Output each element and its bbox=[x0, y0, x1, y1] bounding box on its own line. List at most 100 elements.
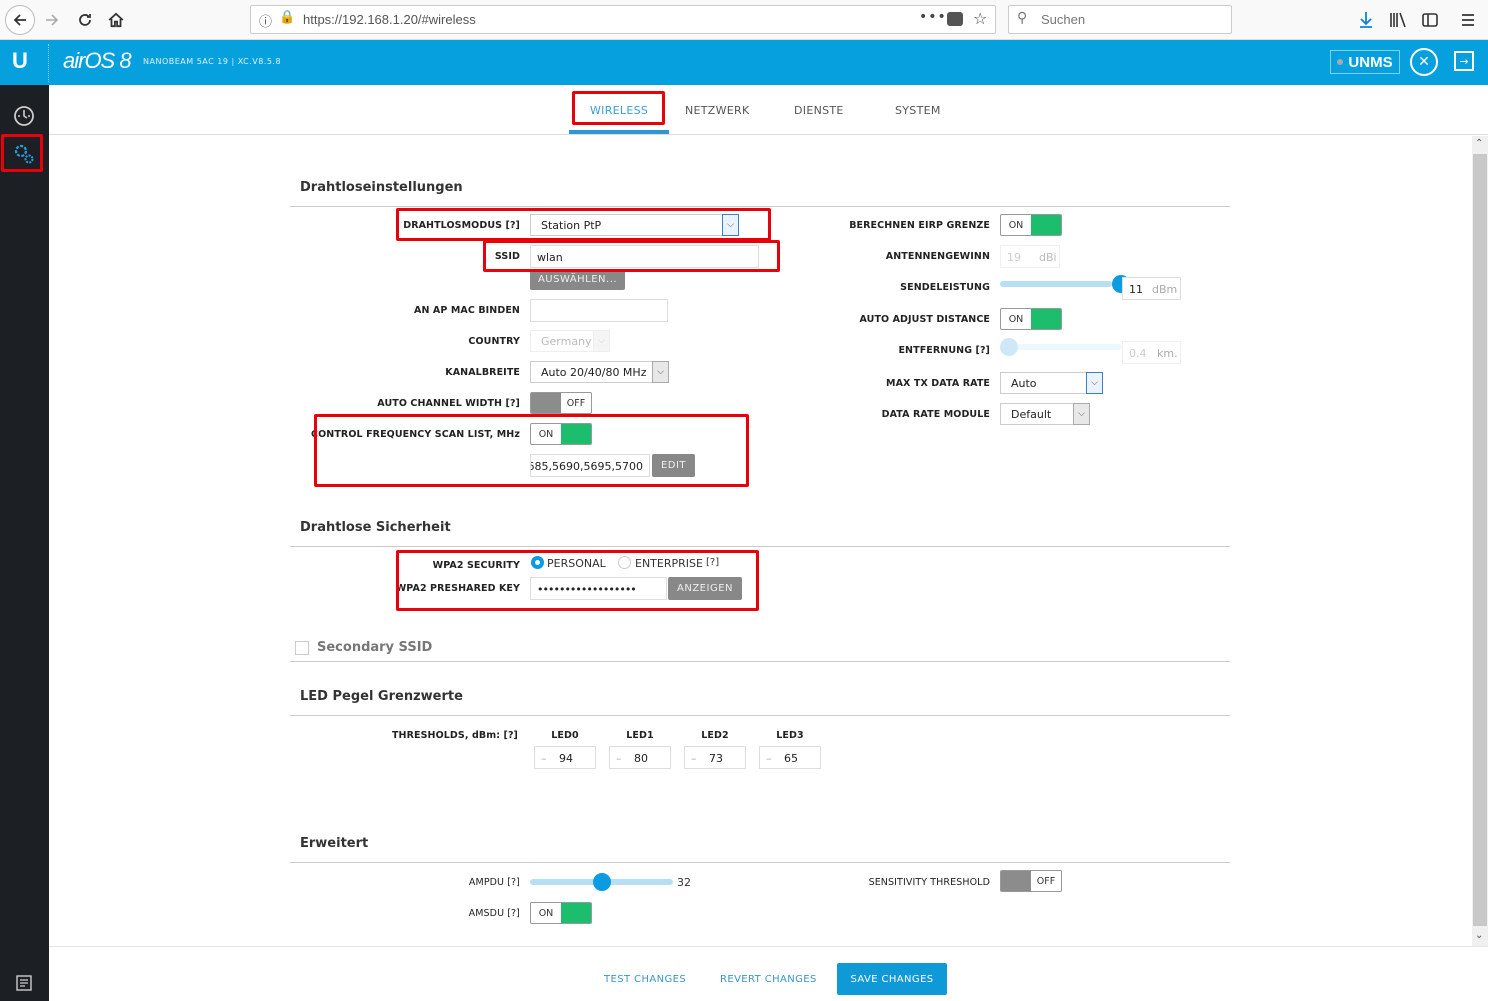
save-changes-button[interactable]: SAVE CHANGES bbox=[837, 963, 947, 995]
toggle-knob bbox=[1001, 871, 1031, 891]
search-placeholder: Suchen bbox=[1041, 12, 1086, 27]
bookmark-star-icon[interactable]: ☆ bbox=[973, 9, 987, 28]
scrollbar[interactable]: ⌃ ⌄ bbox=[1472, 136, 1488, 946]
led-threshold-input[interactable]: – 80 bbox=[609, 746, 671, 769]
tx-power-slider[interactable] bbox=[1000, 281, 1112, 287]
back-button[interactable] bbox=[5, 5, 35, 35]
search-icon: ⚲ bbox=[1017, 10, 1028, 26]
led-threshold-input[interactable]: – 73 bbox=[684, 746, 746, 769]
max-tx-rate-select[interactable]: Auto ⌵ bbox=[1000, 372, 1103, 394]
select-ssid-button[interactable]: AUSWÄHLEN... bbox=[530, 269, 625, 290]
show-psk-button[interactable]: ANZEIGEN bbox=[668, 577, 742, 600]
mode-select[interactable]: Station PtP ⌵ bbox=[530, 214, 739, 236]
psk-label: WPA2 PRESHARED KEY bbox=[395, 583, 520, 594]
data-rate-module-select[interactable]: Default ⌵ bbox=[1000, 403, 1090, 425]
sidebar-item-dashboard[interactable] bbox=[12, 104, 36, 128]
sidebar-item-log[interactable] bbox=[12, 971, 36, 995]
tab-wireless[interactable]: WIRELESS bbox=[590, 104, 648, 117]
sidebar-item-settings[interactable] bbox=[12, 142, 36, 166]
sensitivity-toggle[interactable]: OFF bbox=[1000, 870, 1062, 892]
toggle-knob bbox=[561, 903, 591, 923]
led-value: 65 bbox=[784, 752, 798, 765]
scan-list-toggle[interactable]: ON bbox=[530, 423, 592, 445]
section-title-security: Drahtlose Sicherheit bbox=[300, 520, 451, 535]
ubiquiti-logo[interactable]: U bbox=[12, 48, 28, 74]
section-title-led: LED Pegel Grenzwerte bbox=[300, 689, 463, 704]
radio-personal[interactable] bbox=[531, 556, 544, 569]
revert-changes-button[interactable]: REVERT CHANGES bbox=[720, 974, 817, 985]
toggle-knob bbox=[561, 424, 591, 444]
ampdu-slider-thumb[interactable] bbox=[592, 873, 611, 891]
library-button[interactable] bbox=[1386, 8, 1410, 32]
auto-distance-toggle[interactable]: ON bbox=[1000, 308, 1062, 330]
eirp-toggle[interactable]: ON bbox=[1000, 214, 1062, 236]
unms-status-dot bbox=[1337, 59, 1344, 65]
menu-button[interactable] bbox=[1456, 8, 1480, 32]
url-text[interactable]: https://192.168.1.20/#wireless bbox=[303, 12, 476, 27]
thresholds-label: THRESHOLDS, dBm: [?] bbox=[391, 730, 518, 741]
ap-mac-input[interactable] bbox=[530, 299, 668, 322]
auto-distance-label: AUTO ADJUST DISTANCE bbox=[859, 314, 990, 325]
url-bar[interactable]: ⓘ 🔒 https://192.168.1.20/#wireless ••• ☆ bbox=[250, 5, 996, 34]
tools-button[interactable]: ✕ bbox=[1410, 48, 1438, 76]
auto-channel-width-toggle[interactable]: OFF bbox=[530, 392, 592, 414]
secondary-ssid-checkbox[interactable] bbox=[295, 641, 309, 655]
forward-button[interactable] bbox=[40, 8, 64, 32]
sidebar bbox=[0, 85, 49, 1001]
downloads-button[interactable] bbox=[1354, 8, 1378, 32]
scan-list-input[interactable]: 5685,5690,5695,5700 bbox=[530, 454, 650, 477]
insecure-lock-icon[interactable]: 🔒 bbox=[279, 10, 295, 25]
page-actions-icon[interactable]: ••• bbox=[919, 9, 947, 25]
test-changes-button[interactable]: TEST CHANGES bbox=[604, 974, 686, 985]
chevron-down-icon: ⌵ bbox=[722, 214, 739, 236]
reload-button[interactable] bbox=[73, 8, 97, 32]
logout-button[interactable]: → bbox=[1454, 51, 1474, 71]
enterprise-label[interactable]: ENTERPRISE bbox=[635, 557, 703, 570]
country-label: COUNTRY bbox=[468, 336, 520, 347]
tx-power-label: SENDELEISTUNG bbox=[900, 282, 990, 293]
pocket-icon[interactable] bbox=[947, 12, 963, 26]
amsdu-toggle[interactable]: ON bbox=[530, 902, 592, 924]
ampdu-value: 32 bbox=[677, 876, 691, 889]
toggle-state: OFF bbox=[1036, 875, 1056, 887]
ssid-input[interactable]: wlan bbox=[530, 245, 759, 268]
enterprise-help[interactable]: [?] bbox=[706, 557, 719, 568]
scroll-down-icon[interactable]: ⌄ bbox=[1475, 930, 1483, 941]
scroll-up-icon[interactable]: ⌃ bbox=[1475, 138, 1483, 149]
psk-input[interactable]: •••••••••••••••••• bbox=[530, 577, 667, 600]
tab-netzwerk[interactable]: NETZWERK bbox=[685, 104, 750, 117]
toggle-state: ON bbox=[1008, 313, 1024, 325]
chevron-down-icon: ⌵ bbox=[1086, 372, 1103, 394]
data-rate-module-value: Default bbox=[1011, 408, 1052, 421]
led-threshold-input[interactable]: – 65 bbox=[759, 746, 821, 769]
distance-slider bbox=[1000, 344, 1122, 350]
led-name: LED0 bbox=[551, 730, 579, 741]
auto-channel-width-label: AUTO CHANNEL WIDTH [?] bbox=[377, 398, 520, 409]
tab-bar: WIRELESS NETZWERK DIENSTE SYSTEM bbox=[49, 85, 1488, 135]
info-icon[interactable]: ⓘ bbox=[259, 11, 272, 30]
home-button[interactable] bbox=[104, 8, 128, 32]
led-threshold-input[interactable]: – 94 bbox=[534, 746, 596, 769]
tx-power-input[interactable]: 11 dBm bbox=[1122, 277, 1181, 300]
arrow-right-icon bbox=[46, 14, 59, 26]
toggle-state: ON bbox=[1008, 219, 1024, 231]
sidebar-toggle-button[interactable] bbox=[1418, 8, 1442, 32]
gears-icon bbox=[14, 144, 34, 164]
channel-width-select[interactable]: Auto 20/40/80 MHz ⌵ bbox=[530, 361, 669, 383]
radio-enterprise[interactable] bbox=[618, 556, 631, 569]
amsdu-label: AMSDU [?] bbox=[468, 908, 520, 919]
distance-input: 0.4 km. bbox=[1122, 341, 1181, 364]
personal-label[interactable]: PERSONAL bbox=[547, 557, 606, 570]
scrollbar-thumb[interactable] bbox=[1473, 154, 1487, 926]
tab-system[interactable]: SYSTEM bbox=[895, 104, 941, 117]
tab-dienste[interactable]: DIENSTE bbox=[794, 104, 844, 117]
airos-logo: airOS 8 bbox=[63, 48, 132, 73]
led-name: LED3 bbox=[776, 730, 804, 741]
unms-button[interactable]: UNMS bbox=[1330, 50, 1400, 74]
distance-slider-thumb bbox=[1000, 338, 1018, 356]
arrow-left-icon bbox=[13, 14, 26, 26]
sidebar-icon bbox=[1422, 13, 1438, 27]
edit-scan-list-button[interactable]: EDIT bbox=[652, 454, 695, 477]
search-bar[interactable]: ⚲ Suchen bbox=[1008, 5, 1232, 34]
secondary-ssid-label[interactable]: Secondary SSID bbox=[317, 640, 432, 655]
